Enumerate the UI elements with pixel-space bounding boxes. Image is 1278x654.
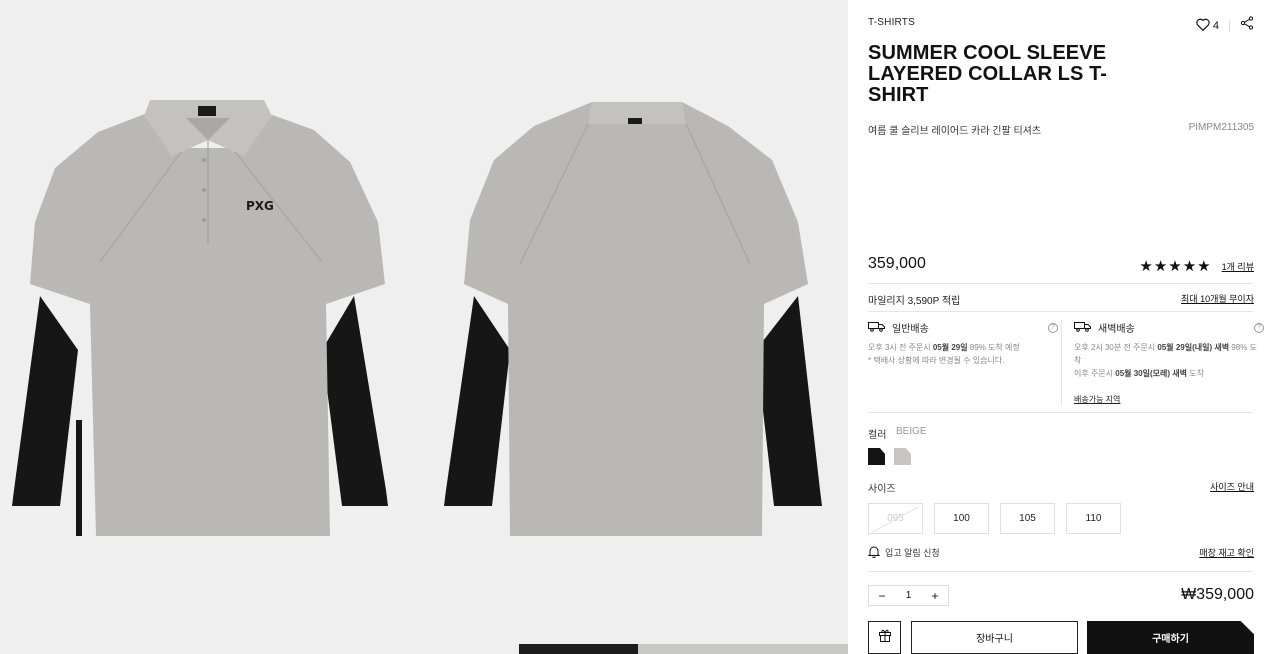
product-gallery: PXG <box>0 0 848 654</box>
size-options: 095 100 105 110 <box>868 503 1121 534</box>
divider <box>1061 320 1062 406</box>
delivery-area-link[interactable]: 배송가능 지역 <box>1074 394 1120 405</box>
shirt-front-illustration: PXG <box>12 100 388 536</box>
size-option-110[interactable]: 110 <box>1066 503 1121 534</box>
total-price: ₩359,000 <box>1181 586 1254 603</box>
product-subtitle-kr: 여름 쿨 슬리브 레이어드 카라 긴팔 티셔츠 <box>868 126 1042 137</box>
quantity-stepper[interactable]: − 1 + <box>868 585 949 606</box>
truck-icon <box>868 321 886 335</box>
divider <box>868 311 1253 312</box>
store-stock-link[interactable]: 매장 재고 확인 <box>1199 546 1254 559</box>
shipping-standard-title: 일반배송 <box>892 324 929 335</box>
divider <box>1229 19 1230 32</box>
shipping-dawn: 새벽배송 ? 오후 2시 30분 전 주문시 05월 29일(내일) 새벽 98… <box>1074 320 1264 380</box>
share-icon <box>1240 16 1254 35</box>
size-option-095[interactable]: 095 <box>868 503 923 534</box>
shirt-back-illustration <box>444 102 822 536</box>
gift-icon <box>878 628 892 647</box>
size-option-105[interactable]: 105 <box>1000 503 1055 534</box>
divider <box>868 412 1253 413</box>
plus-icon[interactable]: + <box>922 589 948 603</box>
add-to-cart-button[interactable]: 장바구니 <box>911 621 1078 654</box>
installment-link[interactable]: 최대 10개월 무이자 <box>1181 292 1254 305</box>
divider <box>868 571 1253 572</box>
selected-color: BEIGE <box>896 426 927 437</box>
product-image-front[interactable]: PXG <box>0 0 424 654</box>
gift-button[interactable] <box>868 621 901 654</box>
shipping-dawn-eta: 오후 2시 30분 전 주문시 05월 29일(내일) 새벽 98% 도착 <box>1074 343 1257 365</box>
minus-icon[interactable]: − <box>869 589 895 603</box>
product-title: SUMMER COOL SLEEVE LAYERED COLLAR LS T-S… <box>868 42 1108 106</box>
heart-icon <box>1196 18 1210 34</box>
help-icon[interactable]: ? <box>1254 322 1264 333</box>
mileage-text: 마일리지 3,590P 적립 <box>868 296 961 307</box>
review-link[interactable]: 1개 리뷰 <box>1222 260 1254 273</box>
size-guide-link[interactable]: 사이즈 안내 <box>1210 480 1254 493</box>
color-swatch-beige[interactable] <box>894 448 911 465</box>
help-icon[interactable]: ? <box>1048 322 1058 333</box>
color-label: 컬러 <box>868 430 887 441</box>
product-code: PIMPM211305 <box>1188 122 1254 133</box>
restock-label: 입고 알림 신청 <box>885 548 940 558</box>
size-option-100[interactable]: 100 <box>934 503 989 534</box>
product-price: 359,000 <box>868 255 926 272</box>
wishlist-button[interactable]: 4 <box>1196 18 1219 34</box>
wish-count: 4 <box>1212 19 1219 32</box>
star-rating-icon: ★★★★★ <box>1139 258 1212 275</box>
buy-now-button[interactable]: 구매하기 <box>1087 621 1254 654</box>
bell-icon <box>867 545 881 560</box>
shipping-standard-eta: 오후 3시 전 주문시 05월 29일 89% 도착 예정 <box>868 343 1020 352</box>
dawn-truck-icon <box>1074 321 1092 335</box>
share-button[interactable] <box>1240 16 1254 35</box>
divider <box>868 283 1253 284</box>
product-category[interactable]: T-SHIRTS <box>868 17 915 28</box>
restock-alert-button[interactable]: 입고 알림 신청 <box>867 545 940 560</box>
product-info-panel: T-SHIRTS 4 SUMMER COOL SLEEVE LAYERED CO… <box>848 0 1278 654</box>
color-swatch-black[interactable] <box>868 448 885 465</box>
top-actions: 4 <box>1196 16 1254 35</box>
svg-text:PXG: PXG <box>246 199 274 213</box>
thumbnail-beige[interactable] <box>638 644 848 654</box>
thumbnail-black[interactable] <box>519 644 638 654</box>
shipping-dawn-later: 이후 주문시 05월 30일(모레) 새벽 도착 <box>1074 369 1204 378</box>
thumbnail-strip[interactable] <box>519 644 848 654</box>
quantity-value: 1 <box>905 590 912 601</box>
shipping-standard: 일반배송 ? 오후 3시 전 주문시 05월 29일 89% 도착 예정 * 택… <box>868 320 1058 367</box>
shipping-dawn-title: 새벽배송 <box>1098 324 1135 335</box>
product-image-back[interactable] <box>424 0 848 654</box>
shipping-standard-note: * 택배사 상황에 따라 변경될 수 있습니다. <box>868 356 1005 365</box>
rating: ★★★★★ 1개 리뷰 <box>1139 257 1254 275</box>
size-label: 사이즈 <box>868 484 896 495</box>
